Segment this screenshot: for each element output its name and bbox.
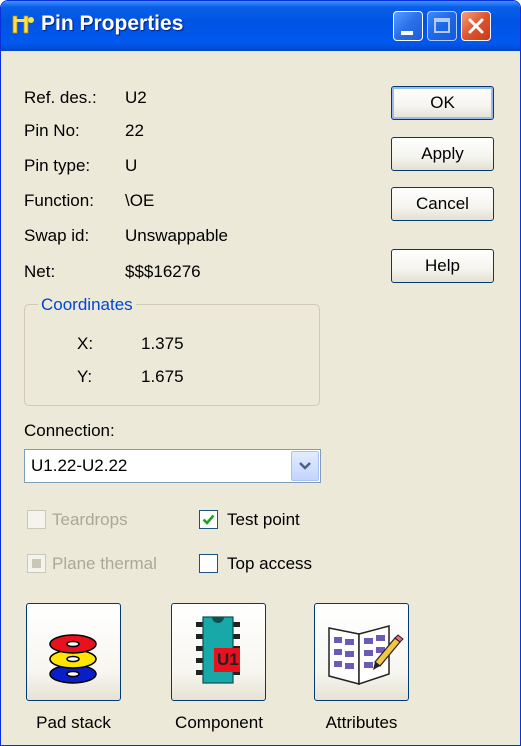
- y-value: 1.675: [141, 367, 184, 386]
- maximize-button[interactable]: [427, 11, 457, 41]
- plane-thermal-checkbox[interactable]: [27, 554, 46, 573]
- pin-no-value: 22: [125, 121, 144, 140]
- pin-type-value: U: [125, 156, 138, 175]
- pin-properties-dialog: Pin Properties Ref. des.: U2 Pin No: 22 …: [0, 0, 521, 746]
- attributes-book-icon: [328, 625, 404, 686]
- pad-stack-caption: Pad stack: [36, 713, 111, 732]
- refdes-label: Ref. des.:: [24, 88, 97, 107]
- function-value: \OE: [125, 191, 155, 210]
- indeterminate-mark-icon: [32, 559, 41, 568]
- x-value: 1.375: [141, 334, 184, 353]
- minimize-icon: [401, 31, 413, 35]
- pad-stack-button[interactable]: [26, 603, 121, 701]
- connection-dropdown-button[interactable]: [291, 451, 319, 481]
- attributes-caption: Attributes: [325, 713, 398, 732]
- maximize-icon: [434, 18, 450, 33]
- help-button[interactable]: Help: [391, 249, 494, 283]
- connection-selected-value: U1.22-U2.22: [31, 456, 128, 475]
- component-badge: U1: [217, 650, 239, 669]
- pin-type-label: Pin type:: [24, 156, 91, 175]
- function-label: Function:: [24, 191, 94, 210]
- connection-label: Connection:: [24, 421, 115, 440]
- plane-thermal-label: Plane thermal: [52, 554, 157, 573]
- coordinates-group-title: Coordinates: [38, 295, 136, 315]
- pad-stack-icon: [49, 634, 97, 684]
- net-value: $$$16276: [125, 262, 201, 281]
- component-caption: Component: [175, 713, 263, 732]
- test-point-label: Test point: [227, 510, 300, 529]
- pin-app-icon: [12, 15, 34, 34]
- close-icon: [468, 18, 484, 34]
- coordinates-group: [24, 304, 320, 406]
- x-label: X:: [77, 334, 94, 353]
- refdes-value: U2: [125, 88, 147, 107]
- close-button[interactable]: [461, 11, 491, 41]
- teardrops-label: Teardrops: [52, 510, 128, 529]
- minimize-button[interactable]: [393, 11, 423, 41]
- title-bar[interactable]: Pin Properties: [1, 1, 520, 51]
- cancel-button[interactable]: Cancel: [391, 187, 494, 221]
- swap-id-label: Swap id:: [24, 226, 90, 245]
- test-point-checkbox[interactable]: [199, 510, 218, 529]
- swap-id-value: Unswappable: [125, 226, 229, 245]
- teardrops-checkbox[interactable]: [27, 510, 46, 529]
- net-label: Net:: [24, 262, 56, 281]
- window-title: Pin Properties: [41, 12, 184, 35]
- pin-no-label: Pin No:: [24, 121, 80, 140]
- top-access-checkbox[interactable]: [199, 554, 218, 573]
- top-access-label: Top access: [227, 554, 313, 573]
- apply-button[interactable]: Apply: [391, 137, 494, 171]
- checkmark-icon: [202, 514, 215, 525]
- attributes-button[interactable]: [314, 603, 409, 701]
- ok-button[interactable]: OK: [391, 86, 494, 120]
- y-label: Y:: [77, 367, 93, 386]
- connection-select[interactable]: U1.22-U2.22: [24, 449, 321, 483]
- chevron-down-icon: [299, 462, 311, 470]
- component-button[interactable]: U1: [171, 603, 266, 701]
